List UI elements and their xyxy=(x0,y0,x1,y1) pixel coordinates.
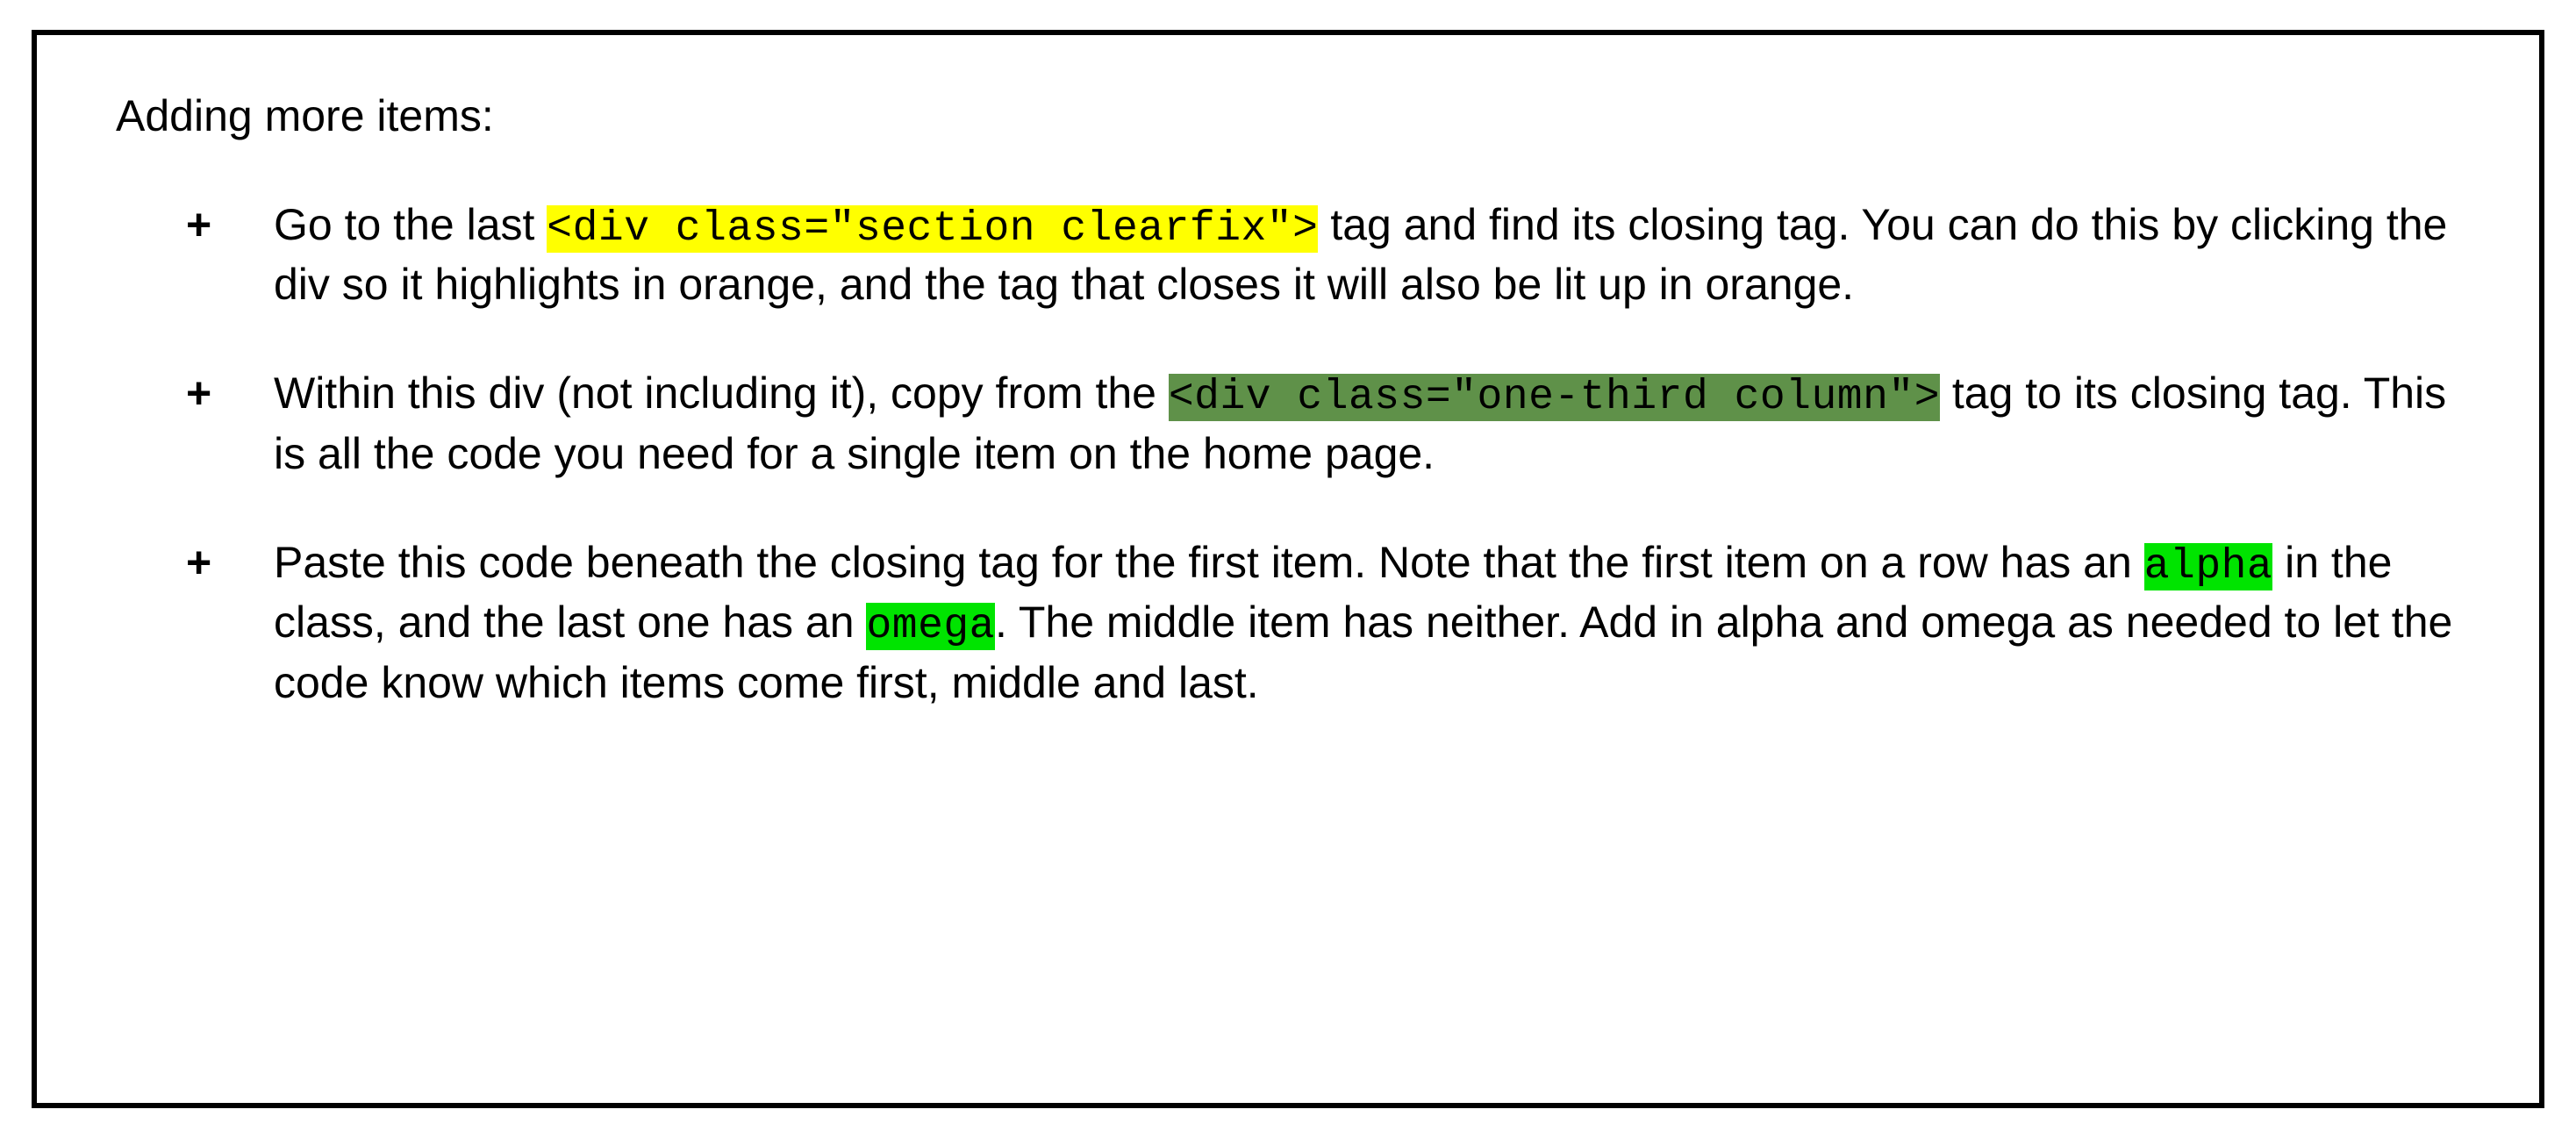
code-snippet-alpha: alpha xyxy=(2144,543,2273,590)
code-snippet-one-third-column: <div class="one-third column"> xyxy=(1169,374,1940,421)
code-snippet-section-clearfix: <div class="section clearfix"> xyxy=(547,205,1318,253)
list-item: Go to the last <div class="section clear… xyxy=(186,197,2460,312)
item3-text-a: Paste this code beneath the closing tag … xyxy=(274,538,2144,587)
code-snippet-omega: omega xyxy=(866,603,995,650)
page: Adding more items: Go to the last <div c… xyxy=(0,0,2576,1138)
bullet-list: Go to the last <div class="section clear… xyxy=(116,197,2460,711)
list-item: Paste this code beneath the closing tag … xyxy=(186,534,2460,711)
item2-text-a: Within this div (not including it), copy… xyxy=(274,369,1169,418)
item1-text-a: Go to the last xyxy=(274,200,547,249)
content-frame: Adding more items: Go to the last <div c… xyxy=(32,30,2544,1108)
heading: Adding more items: xyxy=(116,88,2460,144)
list-item: Within this div (not including it), copy… xyxy=(186,365,2460,481)
